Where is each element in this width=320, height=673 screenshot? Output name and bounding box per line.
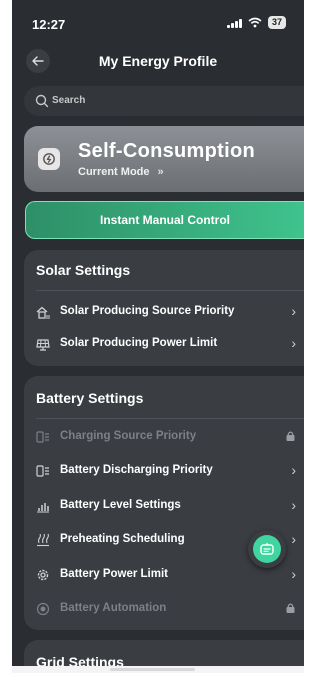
chevron-right-icon: ›	[291, 303, 296, 319]
row-label: Battery Power Limit	[60, 568, 168, 580]
home-indicator	[110, 668, 195, 671]
row-label: Solar Producing Power Limit	[60, 337, 218, 349]
chat-bot-icon	[253, 535, 281, 563]
app-screen: 12:27 37 My Energy Profile Search Self-C…	[12, 0, 304, 673]
heat-waves-icon	[37, 533, 49, 547]
assistant-chat-button[interactable]	[248, 530, 286, 568]
row-label: Preheating Scheduling	[60, 533, 185, 545]
solar-producing-source-priority-item[interactable]: Solar Producing Source Priority ›	[24, 296, 304, 328]
solar-producing-power-limit-item[interactable]: Solar Producing Power Limit ›	[24, 328, 304, 360]
chevron-right-icon: ›	[291, 335, 296, 351]
chevron-right-icon: ›	[291, 531, 296, 547]
battery-list-icon	[36, 431, 49, 443]
battery-settings-section: Battery Settings Charging Source Priorit…	[24, 376, 304, 630]
solar-settings-section: Solar Settings Solar Producing Source Pr…	[24, 250, 304, 366]
chevron-right-icon: ›	[291, 566, 296, 582]
search-input[interactable]: Search	[24, 86, 304, 116]
battery-automation-item: Battery Automation	[24, 593, 304, 625]
row-label: Battery Automation	[60, 602, 167, 614]
mode-title: Self-Consumption	[78, 140, 256, 162]
divider	[36, 290, 304, 291]
status-time: 12:27	[32, 17, 66, 32]
battery-icon: 37	[267, 16, 286, 29]
chevron-right-icon: ›	[291, 462, 296, 478]
lock-icon	[286, 603, 295, 613]
automation-icon	[36, 602, 50, 616]
row-label: Battery Level Settings	[60, 499, 181, 511]
wifi-icon	[248, 17, 262, 28]
gear-icon	[37, 569, 49, 581]
power-mode-icon	[38, 148, 60, 170]
page-title: My Energy Profile	[98, 53, 218, 69]
row-label: Battery Discharging Priority	[60, 464, 213, 476]
section-title: Solar Settings	[36, 262, 131, 278]
status-icons: 37	[227, 16, 286, 29]
nav-bar: My Energy Profile	[12, 44, 304, 78]
lock-icon	[286, 431, 295, 441]
chevron-right-icon: ›	[291, 497, 296, 513]
battery-level-settings-item[interactable]: Battery Level Settings ›	[24, 490, 304, 522]
charging-source-priority-item: Charging Source Priority	[24, 421, 304, 453]
mode-subtitle-text: Current Mode	[78, 166, 150, 178]
mode-subtitle: Current Mode »	[78, 166, 164, 178]
search-placeholder: Search	[52, 95, 86, 106]
battery-discharging-priority-item[interactable]: Battery Discharging Priority ›	[24, 455, 304, 487]
battery-list-icon	[36, 465, 49, 477]
instant-manual-control-button[interactable]: Instant Manual Control	[25, 201, 304, 239]
house-sun-icon	[36, 306, 50, 319]
section-title: Battery Settings	[36, 390, 144, 406]
status-bar: 12:27 37	[12, 0, 304, 44]
divider	[36, 418, 304, 419]
row-label: Solar Producing Source Priority	[60, 305, 235, 317]
signal-icon	[227, 18, 242, 28]
current-mode-card[interactable]: Self-Consumption Current Mode »	[24, 126, 304, 192]
chevron-right-double-icon: »	[157, 166, 164, 178]
solar-panel-icon	[36, 339, 50, 351]
level-bars-icon	[37, 503, 49, 513]
row-label: Charging Source Priority	[60, 430, 197, 442]
search-icon	[35, 94, 49, 108]
